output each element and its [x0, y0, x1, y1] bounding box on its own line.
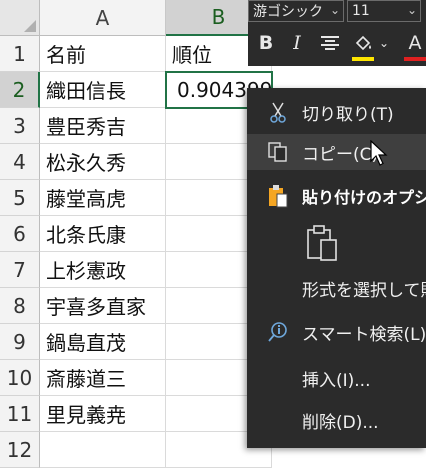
menu-item-smart-lookup[interactable]: スマート検索(L): [247, 314, 426, 350]
menu-item-cut[interactable]: 切り取り(T): [247, 94, 426, 130]
cell-a5[interactable]: 藤堂高虎: [40, 180, 166, 216]
font-size-box[interactable]: 11 ⌄: [347, 0, 421, 22]
italic-button[interactable]: I: [286, 30, 308, 56]
row-header-2[interactable]: 2: [0, 72, 40, 108]
row-header-1[interactable]: 1: [0, 36, 40, 72]
menu-label-cut: 切り取り(T): [302, 104, 394, 125]
fill-color-swatch: [352, 57, 374, 61]
row-header-7[interactable]: 7: [0, 252, 40, 288]
font-name-box[interactable]: 游ゴシック ⌄: [248, 0, 344, 22]
cell-a6[interactable]: 北条氏康: [40, 216, 166, 252]
cell-a10[interactable]: 斎藤道三: [40, 360, 166, 396]
row-header-5[interactable]: 5: [0, 180, 40, 216]
mouse-pointer-icon: [370, 139, 388, 170]
bold-button[interactable]: B: [254, 30, 278, 56]
menu-item-copy[interactable]: コピー(C): [247, 134, 426, 170]
row-header-12[interactable]: 12: [0, 432, 40, 468]
row-header-3[interactable]: 3: [0, 108, 40, 144]
cell-a9[interactable]: 鍋島直茂: [40, 324, 166, 360]
mini-toolbar: 游ゴシック ⌄ 11 ⌄ B I ⌄ A: [248, 0, 426, 66]
menu-item-insert[interactable]: 挿入(I)...: [247, 360, 426, 396]
row-header-10[interactable]: 10: [0, 360, 40, 396]
align-center-icon[interactable]: [318, 30, 342, 56]
font-color-button[interactable]: A: [404, 30, 426, 56]
cell-a4[interactable]: 松永久秀: [40, 144, 166, 180]
row-header-9[interactable]: 9: [0, 324, 40, 360]
copy-icon: [265, 139, 291, 165]
fill-color-icon[interactable]: [350, 30, 376, 56]
scissors-icon: [265, 99, 291, 125]
cell-a12[interactable]: [40, 432, 166, 468]
menu-label-insert: 挿入(I)...: [302, 370, 371, 391]
cell-a3[interactable]: 豊臣秀吉: [40, 108, 166, 144]
row-header-4[interactable]: 4: [0, 144, 40, 180]
font-size-value: 11: [352, 3, 370, 19]
paste-options-label: 貼り付けのオプション:: [302, 188, 426, 207]
paste-options-header: 貼り付けのオプション:: [247, 180, 426, 212]
cell-a8[interactable]: 宇喜多直家: [40, 288, 166, 324]
clipboard-icon: [265, 183, 291, 209]
menu-label-delete: 削除(D)...: [302, 412, 379, 433]
cell-a1[interactable]: 名前: [40, 36, 166, 72]
cell-a11[interactable]: 里見義尭: [40, 396, 166, 432]
chevron-down-icon[interactable]: ⌄: [378, 30, 390, 56]
row-header-11[interactable]: 11: [0, 396, 40, 432]
cell-a2[interactable]: 織田信長: [40, 72, 166, 108]
menu-label-paste-special: 形式を選択して貼り付け: [302, 280, 426, 301]
menu-item-paste-special[interactable]: 形式を選択して貼り付け: [247, 270, 426, 306]
chevron-down-icon[interactable]: ⌄: [330, 3, 340, 17]
font-color-swatch: [404, 57, 426, 61]
font-name-value: 游ゴシック: [253, 4, 323, 20]
cell-a7[interactable]: 上杉憲政: [40, 252, 166, 288]
chevron-down-icon[interactable]: ⌄: [407, 3, 417, 17]
select-all-corner[interactable]: [0, 0, 40, 36]
context-menu: 切り取り(T) コピー(C) 貼り付けのオプション: 形式を選択して貼り付け ス…: [247, 88, 426, 448]
column-header-a[interactable]: A: [40, 0, 166, 36]
menu-label-smart-lookup: スマート検索(L): [302, 324, 426, 345]
smart-lookup-icon: [265, 319, 291, 345]
menu-label-copy: コピー(C): [302, 144, 379, 165]
row-header-6[interactable]: 6: [0, 216, 40, 252]
paste-button-icon[interactable]: [305, 224, 339, 264]
menu-item-delete[interactable]: 削除(D)...: [247, 402, 426, 438]
row-header-8[interactable]: 8: [0, 288, 40, 324]
